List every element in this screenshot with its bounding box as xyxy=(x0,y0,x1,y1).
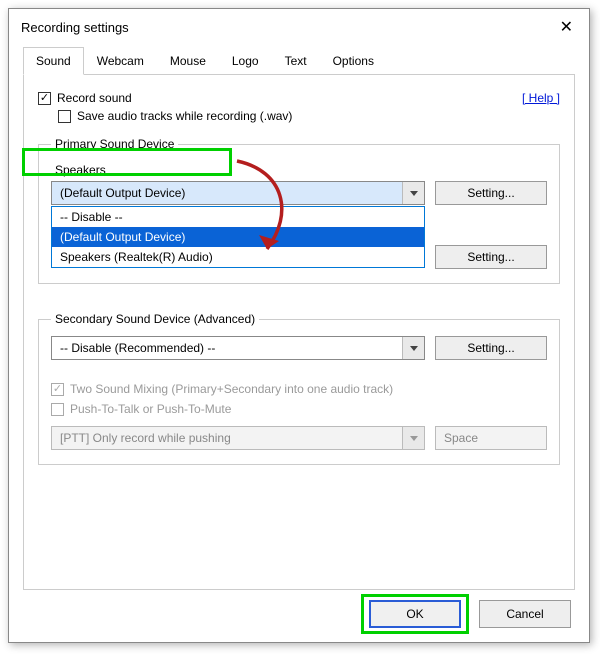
two-sound-label: Two Sound Mixing (Primary+Secondary into… xyxy=(70,382,393,396)
speakers-combo[interactable]: (Default Output Device) -- Disable -- (D… xyxy=(51,181,425,205)
close-icon[interactable]: ✕ xyxy=(556,17,577,37)
tab-sound[interactable]: Sound xyxy=(23,47,84,75)
cancel-button[interactable]: Cancel xyxy=(479,600,571,628)
chevron-down-icon[interactable] xyxy=(402,182,424,204)
tab-webcam[interactable]: Webcam xyxy=(84,47,157,74)
dropdown-item-default-output[interactable]: (Default Output Device) xyxy=(52,227,424,247)
tabs-row: Sound Webcam Mouse Logo Text Options xyxy=(23,47,575,75)
record-sound-row: Record sound [ Help ] xyxy=(38,91,560,105)
button-bar: OK Cancel xyxy=(369,600,571,628)
speakers-setting-button[interactable]: Setting... xyxy=(435,181,547,205)
save-audio-checkbox[interactable] xyxy=(58,110,71,123)
ok-button[interactable]: OK xyxy=(369,600,461,628)
dropdown-item-disable[interactable]: -- Disable -- xyxy=(52,207,424,227)
sound-pane: Record sound [ Help ] Save audio tracks … xyxy=(23,75,575,590)
secondary-combo[interactable]: -- Disable (Recommended) -- xyxy=(51,336,425,360)
tab-logo[interactable]: Logo xyxy=(219,47,272,74)
help-link[interactable]: [ Help ] xyxy=(522,91,560,105)
tab-text[interactable]: Text xyxy=(272,47,320,74)
chevron-down-icon xyxy=(402,427,424,449)
primary-device-legend: Primary Sound Device xyxy=(51,137,178,151)
ptt-checkbox xyxy=(51,403,64,416)
two-sound-checkbox xyxy=(51,383,64,396)
two-sound-row: Two Sound Mixing (Primary+Secondary into… xyxy=(51,382,547,396)
speakers-row: (Default Output Device) -- Disable -- (D… xyxy=(51,181,547,205)
secondary-combo-value: -- Disable (Recommended) -- xyxy=(52,341,402,355)
chevron-down-icon[interactable] xyxy=(402,337,424,359)
dropdown-item-realtek[interactable]: Speakers (Realtek(R) Audio) xyxy=(52,247,424,267)
primary-device-group: Primary Sound Device Speakers (Default O… xyxy=(38,137,560,284)
secondary-row: -- Disable (Recommended) -- Setting... xyxy=(51,336,547,360)
speakers-label: Speakers xyxy=(55,163,547,177)
record-sound-checkbox[interactable] xyxy=(38,92,51,105)
primary-setting-button-2[interactable]: Setting... xyxy=(435,245,547,269)
secondary-device-legend: Secondary Sound Device (Advanced) xyxy=(51,312,259,326)
ptt-label: Push-To-Talk or Push-To-Mute xyxy=(70,402,231,416)
recording-settings-window: Recording settings ✕ Sound Webcam Mouse … xyxy=(8,8,590,643)
secondary-setting-button[interactable]: Setting... xyxy=(435,336,547,360)
save-audio-label: Save audio tracks while recording (.wav) xyxy=(77,109,292,123)
record-sound-label: Record sound xyxy=(57,91,132,105)
ptt-row: Push-To-Talk or Push-To-Mute xyxy=(51,402,547,416)
window-title: Recording settings xyxy=(21,20,129,35)
save-audio-row: Save audio tracks while recording (.wav) xyxy=(58,109,560,123)
ptt-config-row: [PTT] Only record while pushing Space xyxy=(51,426,547,450)
speakers-combo-value: (Default Output Device) xyxy=(52,186,402,200)
tab-options[interactable]: Options xyxy=(320,47,387,74)
secondary-device-group: Secondary Sound Device (Advanced) -- Dis… xyxy=(38,312,560,465)
ptt-mode-value: [PTT] Only record while pushing xyxy=(52,431,402,445)
ptt-mode-combo: [PTT] Only record while pushing xyxy=(51,426,425,450)
speakers-dropdown: -- Disable -- (Default Output Device) Sp… xyxy=(51,206,425,268)
ptt-key-field: Space xyxy=(435,426,547,450)
tab-mouse[interactable]: Mouse xyxy=(157,47,219,74)
titlebar: Recording settings ✕ xyxy=(9,9,589,47)
